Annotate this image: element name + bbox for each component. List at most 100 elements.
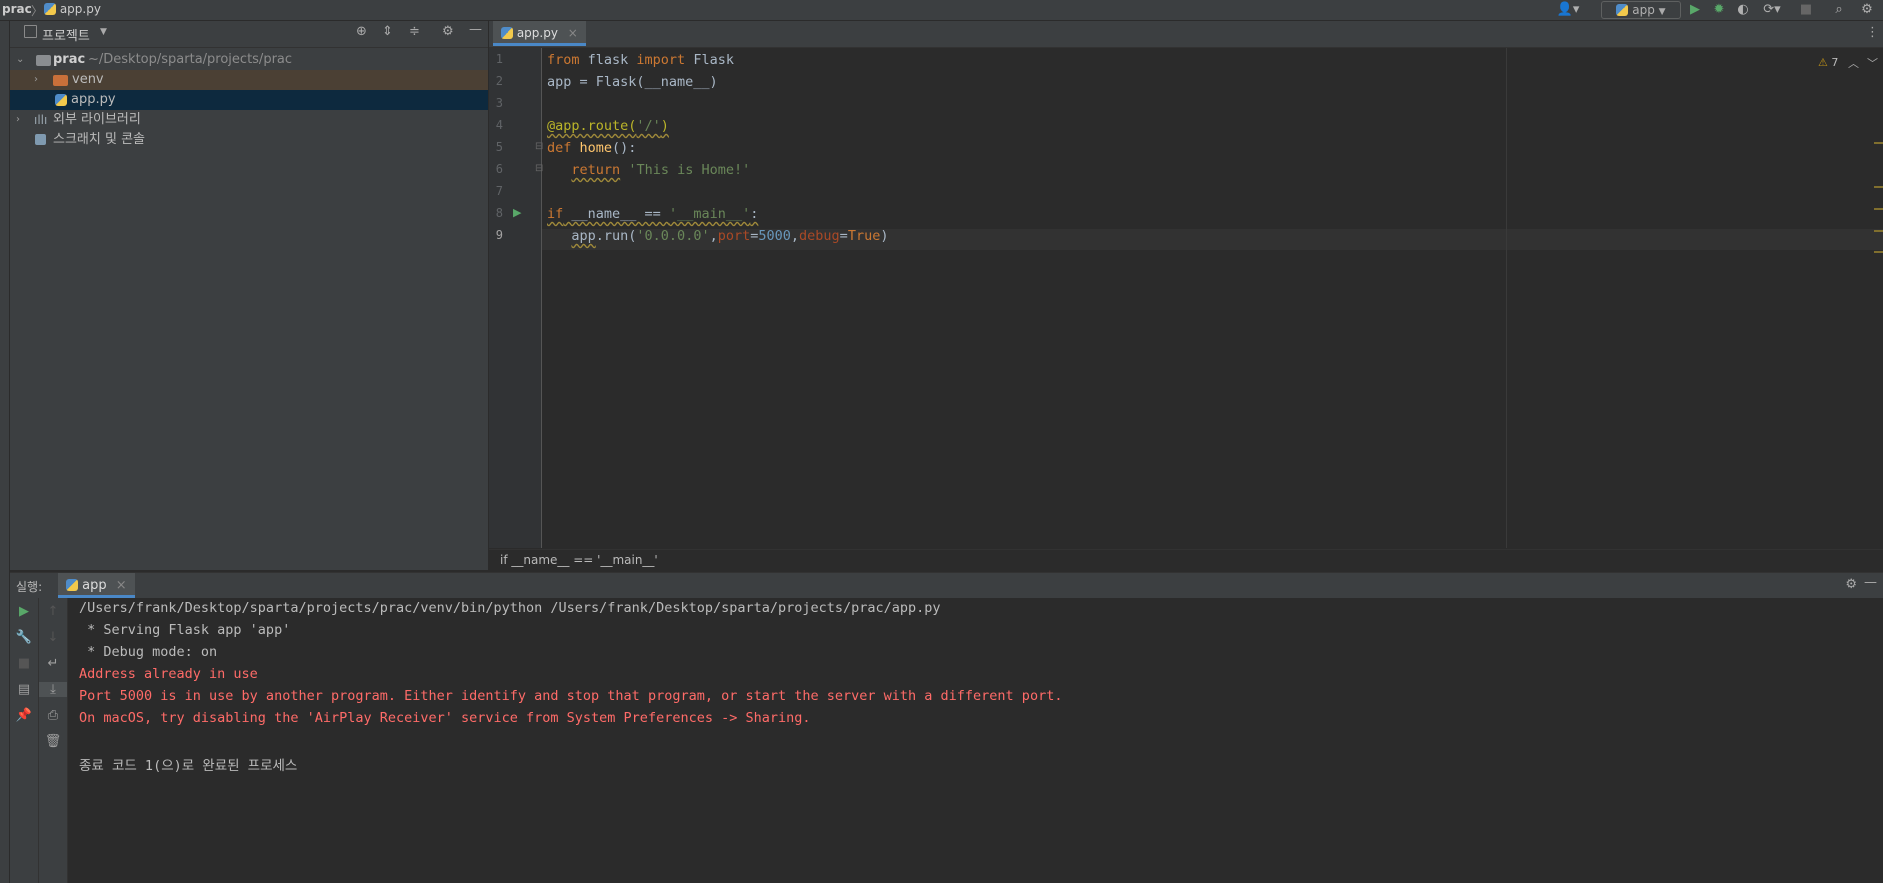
python-file-icon xyxy=(55,94,67,106)
run-tab-label: app xyxy=(82,578,107,593)
warning-stripe[interactable] xyxy=(1874,186,1883,188)
code-line-4: @app.route('/') xyxy=(547,118,669,134)
soft-wrap-icon[interactable]: ↵ xyxy=(39,656,67,671)
next-highlight-icon[interactable]: ﹀ xyxy=(1867,55,1878,71)
console-error-line: On macOS, try disabling the 'AirPlay Rec… xyxy=(79,710,811,726)
console-line: /Users/frank/Desktop/sparta/projects/pra… xyxy=(79,600,941,616)
line-number: 7 xyxy=(495,184,503,198)
run-icon[interactable]: ▶ xyxy=(1686,1,1704,19)
pin-icon[interactable]: 📌 xyxy=(10,708,38,723)
run-gutter-icon[interactable]: ▶ xyxy=(513,206,521,219)
chevron-right-icon[interactable]: › xyxy=(34,70,38,90)
editor-breadcrumb[interactable]: if __name__ == '__main__' xyxy=(500,553,658,567)
console-line: * Debug mode: on xyxy=(79,644,218,660)
tree-item-label: 외부 라이브러리 xyxy=(53,112,141,127)
more-tabs-icon[interactable]: ⋮ xyxy=(1866,25,1879,40)
hide-panel-icon[interactable]: — xyxy=(1864,575,1877,590)
coverage-icon[interactable]: ◐ xyxy=(1734,1,1752,19)
warning-stripe[interactable] xyxy=(1874,142,1883,144)
arrow-down-icon[interactable]: ↓ xyxy=(39,630,67,645)
trash-icon[interactable]: 🗑 xyxy=(39,734,67,749)
tree-item-label: 스크래치 및 콘솔 xyxy=(53,132,145,147)
breadcrumb-project[interactable]: prac xyxy=(2,2,32,16)
code-line-1: from flask import Flask xyxy=(547,52,734,68)
locate-icon[interactable]: ⊕ xyxy=(356,24,367,39)
scroll-to-end-icon[interactable]: ⤓ xyxy=(39,682,67,697)
print-icon[interactable]: ⎙ xyxy=(39,708,67,723)
project-panel-title[interactable]: 프로젝트 xyxy=(42,25,90,44)
python-run-config-icon xyxy=(66,579,78,591)
run-tab-app[interactable]: app × xyxy=(58,573,135,598)
tree-item-app-py[interactable]: app.py xyxy=(10,90,488,110)
warning-stripe[interactable] xyxy=(1874,208,1883,210)
run-toolbar-secondary: ↑ ↓ ↵ ⤓ ⎙ 🗑 xyxy=(39,598,68,883)
run-panel-label: 실행: xyxy=(16,580,43,594)
warnings-indicator[interactable]: ⚠ 7 xyxy=(1818,56,1838,69)
search-icon[interactable]: ⌕ xyxy=(1830,1,1848,19)
close-icon[interactable]: × xyxy=(116,578,127,593)
debug-bug-icon[interactable]: ✹ xyxy=(1710,1,1728,19)
tab-app-py[interactable]: app.py × xyxy=(493,21,586,46)
line-number: 1 xyxy=(495,52,503,66)
tree-item-label: prac xyxy=(53,52,86,67)
chevron-down-icon: ▼ xyxy=(1658,7,1666,17)
chevron-down-icon[interactable]: ▼ xyxy=(100,27,107,37)
tree-item-scratches[interactable]: 스크래치 및 콘솔 xyxy=(10,130,488,150)
run-console[interactable] xyxy=(68,598,1868,883)
tab-label: app.py xyxy=(516,26,558,40)
fold-icon[interactable]: ⊟ xyxy=(535,141,543,152)
layout-icon[interactable]: ▤ xyxy=(10,682,38,697)
stop-icon[interactable]: ■ xyxy=(10,656,38,671)
fold-icon[interactable]: ⊟ xyxy=(535,163,543,174)
gear-icon[interactable]: ⚙ xyxy=(1845,577,1857,592)
project-panel-header: 프로젝트 ▼ ⊕ ⇕ ≑ ⚙ — xyxy=(10,21,488,48)
python-file-icon xyxy=(501,27,513,39)
warning-stripe[interactable] xyxy=(1874,230,1883,232)
tree-item-prac[interactable]: ⌄ prac ~/Desktop/sparta/projects/prac xyxy=(10,50,488,70)
warnings-count: 7 xyxy=(1831,56,1839,69)
expand-all-icon[interactable]: ⇕ xyxy=(382,24,393,39)
console-exit-line: 종료 코드 1(으)로 완료된 프로세스 xyxy=(79,758,298,774)
scratch-icon xyxy=(35,134,46,145)
warning-icon: ⚠ xyxy=(1818,56,1828,69)
arrow-up-icon[interactable]: ↑ xyxy=(39,604,67,619)
code-line-2: app = Flask(__name__) xyxy=(547,74,718,90)
rerun-icon[interactable]: ▶ xyxy=(10,604,38,619)
code-line-9: app.run('0.0.0.0',port=5000,debug=True) xyxy=(571,228,889,244)
line-number: 5 xyxy=(495,140,503,154)
folder-icon xyxy=(53,75,68,86)
hide-panel-icon[interactable]: — xyxy=(469,22,482,37)
tool-window-strip[interactable] xyxy=(0,21,10,883)
python-run-config-icon xyxy=(1616,4,1629,16)
chevron-down-icon[interactable]: ⌄ xyxy=(16,50,24,70)
wrench-icon[interactable]: 🔧 xyxy=(10,630,38,645)
run-config-label: app xyxy=(1632,3,1655,17)
line-number: 3 xyxy=(495,96,503,110)
folder-icon xyxy=(36,55,51,66)
user-account-icon[interactable]: 👤▾ xyxy=(1553,1,1583,19)
line-number: 8 xyxy=(495,206,503,220)
collapse-all-icon[interactable]: ≑ xyxy=(409,24,420,39)
breadcrumb-separator: 〉 xyxy=(31,4,44,18)
run-config-selector[interactable]: app ▼ xyxy=(1601,1,1681,19)
console-line: * Serving Flask app 'app' xyxy=(79,622,291,638)
profiler-icon[interactable]: ⟳▾ xyxy=(1758,1,1786,19)
stop-icon[interactable]: ■ xyxy=(1799,1,1813,19)
right-margin-guide xyxy=(1506,48,1507,548)
editor-tab-bar: app.py × ⋮ xyxy=(489,21,1883,48)
line-number: 6 xyxy=(495,162,503,176)
previous-highlight-icon[interactable]: ︿ xyxy=(1848,55,1859,71)
code-editor[interactable] xyxy=(489,48,1883,548)
gear-icon[interactable]: ⚙ xyxy=(1858,1,1876,19)
tree-item-external-libraries[interactable]: › ıllı 외부 라이브러리 xyxy=(10,110,488,130)
breadcrumb-file[interactable]: app.py xyxy=(44,2,101,16)
tree-item-label: app.py xyxy=(71,92,116,107)
chevron-right-icon[interactable]: › xyxy=(16,110,20,130)
warning-stripe[interactable] xyxy=(1874,251,1883,253)
gear-icon[interactable]: ⚙ xyxy=(442,24,454,39)
close-icon[interactable]: × xyxy=(568,26,578,40)
run-toolbar-primary: ▶ 🔧 ■ ▤ 📌 xyxy=(10,598,39,883)
tree-item-venv[interactable]: › venv xyxy=(10,70,488,90)
tree-item-label: venv xyxy=(72,72,104,87)
tree-item-path: ~/Desktop/sparta/projects/prac xyxy=(88,52,293,67)
